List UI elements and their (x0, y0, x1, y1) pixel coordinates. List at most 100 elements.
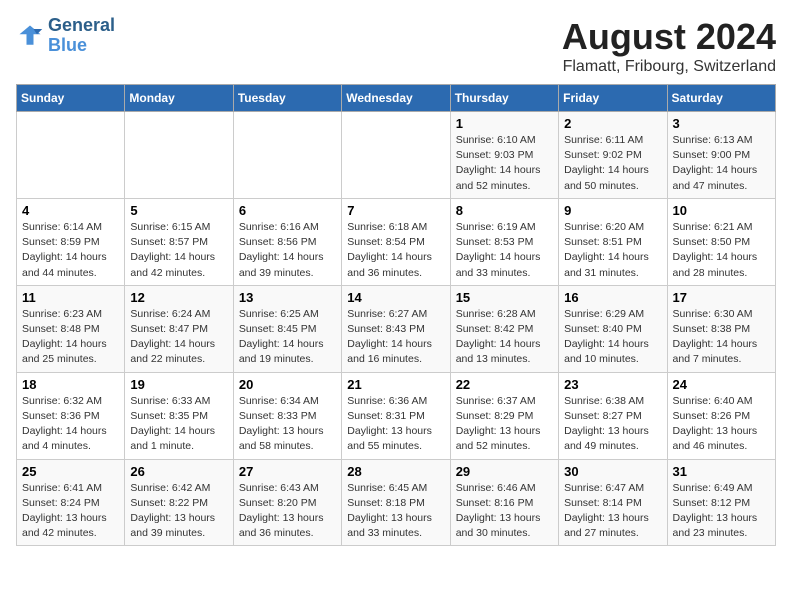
day-detail: Sunrise: 6:37 AMSunset: 8:29 PMDaylight:… (456, 394, 553, 455)
day-detail: Sunrise: 6:36 AMSunset: 8:31 PMDaylight:… (347, 394, 444, 455)
day-number: 24 (673, 377, 770, 392)
day-detail: Sunrise: 6:33 AMSunset: 8:35 PMDaylight:… (130, 394, 227, 455)
day-cell: 11Sunrise: 6:23 AMSunset: 8:48 PMDayligh… (17, 285, 125, 372)
day-number: 2 (564, 116, 661, 131)
day-cell: 10 Sunrise: 6:21 AMSunset: 8:50 PMDayligh… (667, 198, 775, 285)
day-number: 25 (22, 464, 119, 479)
day-cell (342, 112, 450, 199)
day-detail: Sunrise: 6:11 AMSunset: 9:02 PMDaylight:… (564, 133, 661, 194)
day-number: 18 (22, 377, 119, 392)
week-row-2: 4 Sunrise: 6:14 AMSunset: 8:59 PMDaylight… (17, 198, 776, 285)
day-detail: Sunrise: 6:13 AMSunset: 9:00 PMDaylight:… (673, 133, 770, 194)
col-header-friday: Friday (559, 85, 667, 112)
day-detail: Sunrise: 6:14 AMSunset: 8:59 PMDaylight:… (22, 220, 119, 281)
col-header-tuesday: Tuesday (233, 85, 341, 112)
day-number: 13 (239, 290, 336, 305)
day-cell: 12 Sunrise: 6:24 AMSunset: 8:47 PMDayligh… (125, 285, 233, 372)
day-detail: Sunrise: 6:27 AMSunset: 8:43 PMDaylight:… (347, 307, 444, 368)
day-detail: Sunrise: 6:34 AMSunset: 8:33 PMDaylight:… (239, 394, 336, 455)
day-detail: Sunrise: 6:19 AMSunset: 8:53 PMDaylight:… (456, 220, 553, 281)
calendar-table: SundayMondayTuesdayWednesdayThursdayFrid… (16, 84, 776, 546)
col-header-monday: Monday (125, 85, 233, 112)
day-cell: 20 Sunrise: 6:34 AMSunset: 8:33 PMDayligh… (233, 372, 341, 459)
day-cell: 7 Sunrise: 6:18 AMSunset: 8:54 PMDaylight… (342, 198, 450, 285)
logo: General Blue (16, 16, 115, 56)
header-row: SundayMondayTuesdayWednesdayThursdayFrid… (17, 85, 776, 112)
day-detail: Sunrise: 6:30 AMSunset: 8:38 PMDaylight:… (673, 307, 770, 368)
col-header-thursday: Thursday (450, 85, 558, 112)
day-detail: Sunrise: 6:29 AMSunset: 8:40 PMDaylight:… (564, 307, 661, 368)
day-cell: 18 Sunrise: 6:32 AMSunset: 8:36 PMDayligh… (17, 372, 125, 459)
day-cell: 3 Sunrise: 6:13 AMSunset: 9:00 PMDaylight… (667, 112, 775, 199)
day-number: 5 (130, 203, 227, 218)
day-cell: 8 Sunrise: 6:19 AMSunset: 8:53 PMDaylight… (450, 198, 558, 285)
day-cell: 15 Sunrise: 6:28 AMSunset: 8:42 PMDayligh… (450, 285, 558, 372)
day-cell (233, 112, 341, 199)
day-cell: 29 Sunrise: 6:46 AMSunset: 8:16 PMDayligh… (450, 459, 558, 546)
day-number: 29 (456, 464, 553, 479)
day-number: 9 (564, 203, 661, 218)
day-number: 27 (239, 464, 336, 479)
day-detail: Sunrise: 6:45 AMSunset: 8:18 PMDaylight:… (347, 481, 444, 542)
day-number: 8 (456, 203, 553, 218)
day-number: 21 (347, 377, 444, 392)
day-number: 30 (564, 464, 661, 479)
week-row-3: 11Sunrise: 6:23 AMSunset: 8:48 PMDayligh… (17, 285, 776, 372)
day-cell: 21 Sunrise: 6:36 AMSunset: 8:31 PMDayligh… (342, 372, 450, 459)
day-number: 20 (239, 377, 336, 392)
col-header-wednesday: Wednesday (342, 85, 450, 112)
page-subtitle: Flamatt, Fribourg, Switzerland (562, 58, 776, 76)
day-detail: Sunrise: 6:32 AMSunset: 8:36 PMDaylight:… (22, 394, 119, 455)
col-header-saturday: Saturday (667, 85, 775, 112)
day-detail: Sunrise: 6:20 AMSunset: 8:51 PMDaylight:… (564, 220, 661, 281)
day-number: 6 (239, 203, 336, 218)
day-detail: Sunrise: 6:16 AMSunset: 8:56 PMDaylight:… (239, 220, 336, 281)
day-cell: 31 Sunrise: 6:49 AMSunset: 8:12 PMDayligh… (667, 459, 775, 546)
week-row-5: 25Sunrise: 6:41 AMSunset: 8:24 PMDayligh… (17, 459, 776, 546)
day-detail: Sunrise: 6:40 AMSunset: 8:26 PMDaylight:… (673, 394, 770, 455)
day-cell: 9 Sunrise: 6:20 AMSunset: 8:51 PMDaylight… (559, 198, 667, 285)
day-number: 15 (456, 290, 553, 305)
title-block: August 2024 Flamatt, Fribourg, Switzerla… (562, 16, 776, 76)
day-detail: Sunrise: 6:28 AMSunset: 8:42 PMDaylight:… (456, 307, 553, 368)
day-cell: 13 Sunrise: 6:25 AMSunset: 8:45 PMDayligh… (233, 285, 341, 372)
day-detail: Sunrise: 6:24 AMSunset: 8:47 PMDaylight:… (130, 307, 227, 368)
day-cell: 28Sunrise: 6:45 AMSunset: 8:18 PMDayligh… (342, 459, 450, 546)
day-detail: Sunrise: 6:18 AMSunset: 8:54 PMDaylight:… (347, 220, 444, 281)
day-number: 17 (673, 290, 770, 305)
day-number: 1 (456, 116, 553, 131)
col-header-sunday: Sunday (17, 85, 125, 112)
day-detail: Sunrise: 6:46 AMSunset: 8:16 PMDaylight:… (456, 481, 553, 542)
day-number: 19 (130, 377, 227, 392)
day-cell: 30Sunrise: 6:47 AMSunset: 8:14 PMDayligh… (559, 459, 667, 546)
day-number: 26 (130, 464, 227, 479)
day-detail: Sunrise: 6:49 AMSunset: 8:12 PMDaylight:… (673, 481, 770, 542)
day-cell: 17 Sunrise: 6:30 AMSunset: 8:38 PMDayligh… (667, 285, 775, 372)
day-cell: 16Sunrise: 6:29 AMSunset: 8:40 PMDayligh… (559, 285, 667, 372)
day-number: 4 (22, 203, 119, 218)
day-cell: 2 Sunrise: 6:11 AMSunset: 9:02 PMDaylight… (559, 112, 667, 199)
week-row-1: 1Sunrise: 6:10 AMSunset: 9:03 PMDaylight… (17, 112, 776, 199)
day-cell (125, 112, 233, 199)
day-cell: 19 Sunrise: 6:33 AMSunset: 8:35 PMDayligh… (125, 372, 233, 459)
day-detail: Sunrise: 6:43 AMSunset: 8:20 PMDaylight:… (239, 481, 336, 542)
day-detail: Sunrise: 6:21 AMSunset: 8:50 PMDaylight:… (673, 220, 770, 281)
day-cell: 22 Sunrise: 6:37 AMSunset: 8:29 PMDayligh… (450, 372, 558, 459)
day-number: 31 (673, 464, 770, 479)
day-cell: 5Sunrise: 6:15 AMSunset: 8:57 PMDaylight… (125, 198, 233, 285)
day-number: 7 (347, 203, 444, 218)
day-number: 12 (130, 290, 227, 305)
day-number: 10 (673, 203, 770, 218)
day-cell (17, 112, 125, 199)
page-title: August 2024 (562, 16, 776, 58)
day-cell: 27 Sunrise: 6:43 AMSunset: 8:20 PMDayligh… (233, 459, 341, 546)
week-row-4: 18 Sunrise: 6:32 AMSunset: 8:36 PMDayligh… (17, 372, 776, 459)
day-number: 14 (347, 290, 444, 305)
day-cell: 1Sunrise: 6:10 AMSunset: 9:03 PMDaylight… (450, 112, 558, 199)
day-number: 3 (673, 116, 770, 131)
day-detail: Sunrise: 6:25 AMSunset: 8:45 PMDaylight:… (239, 307, 336, 368)
day-cell: 14 Sunrise: 6:27 AMSunset: 8:43 PMDayligh… (342, 285, 450, 372)
day-cell: 24 Sunrise: 6:40 AMSunset: 8:26 PMDayligh… (667, 372, 775, 459)
day-number: 22 (456, 377, 553, 392)
day-cell: 23Sunrise: 6:38 AMSunset: 8:27 PMDayligh… (559, 372, 667, 459)
